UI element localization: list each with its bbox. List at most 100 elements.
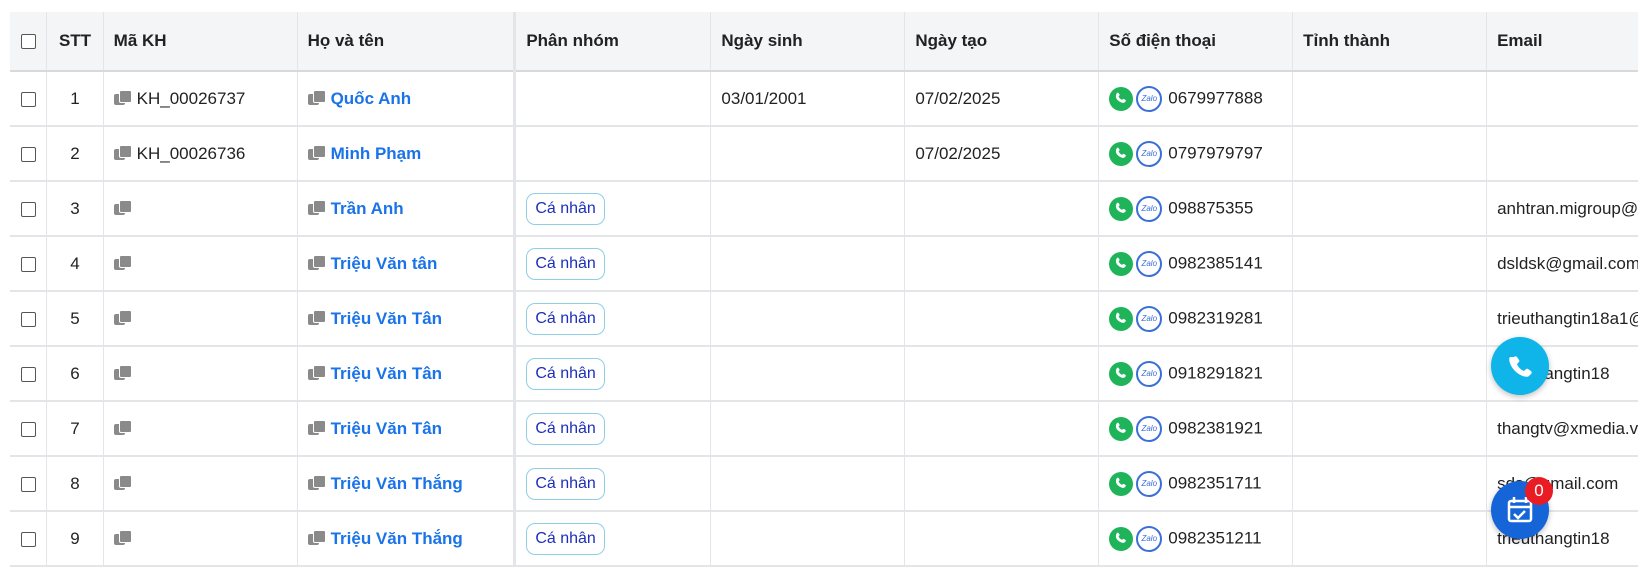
customer-name-link[interactable]: Triệu Văn Tân xyxy=(331,419,442,438)
table-row[interactable]: 4 Triệu Văn tân Cá nhân Zalo 0982385141 dslds… xyxy=(10,236,1638,292)
copy-icon[interactable] xyxy=(307,144,326,161)
customer-name-link[interactable]: Quốc Anh xyxy=(331,89,412,108)
table-row[interactable]: 8 Triệu Văn Thắng Cá nhân Zalo 0982351711 sds… xyxy=(10,456,1638,512)
customer-name-link[interactable]: Trần Anh xyxy=(331,199,404,218)
row-checkbox[interactable] xyxy=(20,311,36,327)
customer-code: KH_00026737 xyxy=(136,88,246,108)
zalo-icon[interactable]: Zalo xyxy=(1136,470,1163,497)
row-checkbox[interactable] xyxy=(20,256,36,272)
copy-icon[interactable] xyxy=(307,309,326,326)
row-checkbox[interactable] xyxy=(20,366,36,382)
phone-call-icon[interactable] xyxy=(1109,306,1134,331)
table-row[interactable]: 5 Triệu Văn Tân Cá nhân Zalo 0982319281 trieu… xyxy=(10,291,1638,347)
zalo-icon[interactable]: Zalo xyxy=(1136,360,1163,387)
province-cell xyxy=(1292,181,1488,237)
phone-icon xyxy=(1509,356,1532,377)
row-checkbox-cell[interactable] xyxy=(10,511,48,567)
row-checkbox[interactable] xyxy=(20,146,36,162)
row-stt: 6 xyxy=(46,346,104,402)
table-row[interactable]: 6 Triệu Văn Tân Cá nhân Zalo 0918291821 trieu… xyxy=(10,346,1638,402)
email-cell xyxy=(1486,71,1638,127)
row-checkbox[interactable] xyxy=(20,476,36,492)
row-checkbox-cell[interactable] xyxy=(10,346,48,402)
phone-call-icon[interactable] xyxy=(1109,526,1134,551)
row-checkbox[interactable] xyxy=(20,201,36,217)
phone-number: 0918291821 xyxy=(1168,362,1263,382)
copy-icon[interactable] xyxy=(307,364,326,381)
customer-name-link[interactable]: Triệu Văn Thắng xyxy=(331,529,463,548)
customer-name-cell: Trần Anh xyxy=(297,181,516,237)
header-customer-code[interactable]: Mã KH xyxy=(103,12,298,72)
zalo-icon[interactable]: Zalo xyxy=(1136,85,1163,112)
call-fab-button[interactable] xyxy=(1491,337,1549,395)
created-date-cell xyxy=(904,511,1100,567)
phone-call-icon[interactable] xyxy=(1109,141,1134,166)
table-row[interactable]: 2 KH_00026736 Minh Phạm 07/02/2025 Zalo 07979… xyxy=(10,126,1638,182)
table-header-row: STT Mã KH Họ và tên Phân nhóm Ngày sinh … xyxy=(10,12,1638,72)
zalo-icon[interactable]: Zalo xyxy=(1136,250,1163,277)
table-row[interactable]: 3 Trần Anh Cá nhân Zalo 098875355 anhtran.mig… xyxy=(10,181,1638,237)
header-email[interactable]: Email xyxy=(1486,12,1638,72)
customer-table: STT Mã KH Họ và tên Phân nhóm Ngày sinh … xyxy=(10,12,1638,567)
row-checkbox-cell[interactable] xyxy=(10,456,48,512)
row-checkbox-cell[interactable] xyxy=(10,236,48,292)
select-all-checkbox[interactable] xyxy=(20,34,36,50)
created-date-cell xyxy=(904,456,1100,512)
customer-name-link[interactable]: Triệu Văn Tân xyxy=(331,309,442,328)
header-phone[interactable]: Số điện thoại xyxy=(1098,12,1294,72)
copy-icon[interactable] xyxy=(113,144,132,161)
customer-name-link[interactable]: Triệu Văn tân xyxy=(331,254,438,273)
row-checkbox-cell[interactable] xyxy=(10,71,48,127)
customer-name-cell: Triệu Văn Tân xyxy=(297,346,516,402)
copy-icon[interactable] xyxy=(113,474,132,491)
row-checkbox-cell[interactable] xyxy=(10,291,48,347)
copy-icon[interactable] xyxy=(113,89,132,106)
copy-icon[interactable] xyxy=(307,474,326,491)
zalo-icon[interactable]: Zalo xyxy=(1136,305,1163,332)
copy-icon[interactable] xyxy=(307,199,326,216)
row-checkbox-cell[interactable] xyxy=(10,401,48,457)
customer-name-link[interactable]: Minh Phạm xyxy=(331,144,422,163)
customer-name-link[interactable]: Triệu Văn Tân xyxy=(331,364,442,383)
header-stt[interactable]: STT xyxy=(46,12,104,72)
row-checkbox[interactable] xyxy=(20,421,36,437)
row-checkbox[interactable] xyxy=(20,531,36,547)
table-row[interactable]: 9 Triệu Văn Thắng Cá nhân Zalo 0982351211 tri… xyxy=(10,511,1638,567)
copy-icon[interactable] xyxy=(307,529,326,546)
zalo-icon[interactable]: Zalo xyxy=(1136,525,1163,552)
select-all-checkbox-cell[interactable] xyxy=(10,12,48,72)
phone-call-icon[interactable] xyxy=(1109,416,1134,441)
copy-icon[interactable] xyxy=(113,199,132,216)
row-checkbox-cell[interactable] xyxy=(10,126,48,182)
header-full-name[interactable]: Họ và tên xyxy=(297,12,516,72)
copy-icon[interactable] xyxy=(113,309,132,326)
copy-icon[interactable] xyxy=(113,419,132,436)
zalo-icon[interactable]: Zalo xyxy=(1136,195,1163,222)
zalo-icon[interactable]: Zalo xyxy=(1136,415,1163,442)
province-cell xyxy=(1292,456,1488,512)
copy-icon[interactable] xyxy=(307,419,326,436)
table-row[interactable]: 1 KH_00026737 Quốc Anh 03/01/2001 07/02/2025… xyxy=(10,71,1638,127)
row-checkbox-cell[interactable] xyxy=(10,181,48,237)
customer-name-link[interactable]: Triệu Văn Thắng xyxy=(331,474,463,493)
zalo-icon[interactable]: Zalo xyxy=(1136,140,1163,167)
phone-call-icon[interactable] xyxy=(1109,471,1134,496)
phone-call-icon[interactable] xyxy=(1109,251,1134,276)
copy-icon[interactable] xyxy=(307,89,326,106)
birthday-cell xyxy=(710,401,906,457)
group-cell: Cá nhân xyxy=(513,181,712,237)
header-province[interactable]: Tỉnh thành xyxy=(1292,12,1488,72)
header-created-date[interactable]: Ngày tạo xyxy=(904,12,1100,72)
table-row[interactable]: 7 Triệu Văn Tân Cá nhân Zalo 0982381921 thang… xyxy=(10,401,1638,457)
copy-icon[interactable] xyxy=(113,254,132,271)
row-checkbox[interactable] xyxy=(20,91,36,107)
copy-icon[interactable] xyxy=(113,364,132,381)
phone-call-icon[interactable] xyxy=(1109,361,1134,386)
phone-call-icon[interactable] xyxy=(1109,86,1134,111)
copy-icon[interactable] xyxy=(307,254,326,271)
copy-icon[interactable] xyxy=(113,529,132,546)
header-group[interactable]: Phân nhóm xyxy=(513,12,712,72)
header-birthday[interactable]: Ngày sinh xyxy=(710,12,906,72)
phone-call-icon[interactable] xyxy=(1109,196,1134,221)
row-stt: 3 xyxy=(46,181,104,237)
